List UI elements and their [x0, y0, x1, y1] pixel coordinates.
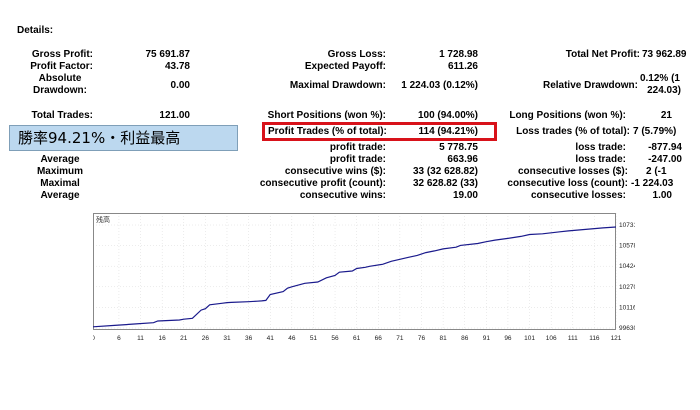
- max-cons-wins-value: 33 (32 628.82): [412, 166, 478, 177]
- average-profit-label: profit trade:: [329, 154, 386, 165]
- x-tick-label: 31: [223, 335, 231, 342]
- maximal-drawdown-value: 1 224.03 (0.12%): [401, 80, 478, 91]
- balance-chart: 0 6 11 16 21 26 31 36 41 46 51 56 61 66 71 76 81 86 91 96 10…: [91, 213, 645, 343]
- largest-profit-label: profit trade:: [329, 142, 386, 153]
- relative-drawdown-label: Relative Drawdown:: [542, 80, 638, 91]
- balance-series: [92, 226, 617, 328]
- x-tick-label: 96: [504, 335, 512, 342]
- x-tick-label: 6: [117, 335, 121, 342]
- expected-payoff-value: 611.26: [447, 61, 478, 72]
- short-positions-value: 100 (94.00%): [417, 110, 478, 121]
- y-tick-label: 996301: [619, 325, 635, 332]
- y-tick-label: 1011679: [619, 304, 635, 311]
- maximal-cons-loss-value: -1 224.03: [631, 178, 674, 189]
- x-tick-label: 101: [524, 335, 535, 342]
- largest-loss-label: loss trade:: [575, 142, 626, 153]
- maximal-cons-profit-label: consecutive profit (count):: [259, 178, 386, 189]
- x-tick-label: 121: [611, 335, 622, 342]
- total-net-profit-value: 73 962.89: [642, 49, 687, 60]
- short-positions-label: Short Positions (won %):: [267, 110, 386, 121]
- x-axis-ticks: 0 6 11 16 21 26 31 36 41 46 51 56 61 66 71 76 81 86 91 96 10…: [91, 335, 622, 342]
- relative-drawdown-value-1: 0.12% (1: [639, 73, 680, 84]
- average-loss-value: -247.00: [648, 154, 682, 165]
- average-label: Average: [40, 154, 80, 165]
- profit-factor-label: Profit Factor:: [30, 61, 93, 72]
- y-tick-label: 1073190: [619, 222, 635, 229]
- max-cons-wins-label: consecutive wins ($):: [284, 166, 386, 177]
- relative-drawdown-value-2: 224.03): [647, 85, 681, 96]
- x-tick-label: 16: [159, 335, 167, 342]
- x-tick-label: 116: [589, 335, 600, 342]
- long-positions-label: Long Positions (won %):: [509, 110, 626, 121]
- chart-grid: [92, 213, 617, 330]
- maximal-label: Maximal: [40, 178, 80, 189]
- maximal-cons-loss-label: consecutive loss (count):: [507, 178, 628, 189]
- chart-frame: [93, 213, 616, 330]
- maximal-cons-profit-value: 32 628.82 (33): [412, 178, 478, 189]
- x-tick-label: 46: [288, 335, 296, 342]
- gross-loss-value: 1 728.98: [439, 49, 478, 60]
- chart-title: 残高: [96, 215, 110, 224]
- x-tick-label: 91: [483, 335, 491, 342]
- x-tick-label: 36: [245, 335, 253, 342]
- absolute-drawdown-label-2: Drawdown:: [33, 85, 87, 96]
- total-net-profit-label: Total Net Profit:: [565, 49, 640, 60]
- loss-trades-label: Loss trades (% of total):: [516, 126, 630, 137]
- expected-payoff-label: Expected Payoff:: [304, 61, 386, 72]
- x-tick-label: 0: [93, 335, 95, 342]
- x-tick-label: 56: [331, 335, 339, 342]
- long-positions-value: 21: [660, 110, 672, 121]
- average-profit-value: 663.96: [447, 154, 478, 165]
- profit-factor-value: 43.78: [164, 61, 190, 72]
- maximal-drawdown-label: Maximal Drawdown:: [289, 80, 386, 91]
- absolute-drawdown-label-1: Absolute: [38, 73, 82, 84]
- largest-profit-value: 5 778.75: [439, 142, 478, 153]
- win-rate-annotation: 勝率94.21%・利益最高: [9, 125, 238, 151]
- gross-profit-value: 75 691.87: [145, 49, 191, 60]
- x-tick-label: 61: [353, 335, 361, 342]
- x-tick-label: 76: [418, 335, 426, 342]
- y-tick-label: 1042435: [619, 263, 635, 270]
- x-tick-label: 81: [439, 335, 447, 342]
- y-axis-ticks: 1073190 1057812 1042435 1027057 1011679 99630…: [619, 222, 645, 332]
- y-tick-label: 1057812: [619, 243, 635, 250]
- x-tick-label: 86: [461, 335, 469, 342]
- x-tick-label: 11: [137, 335, 144, 342]
- loss-trades-value: 7 (5.79%): [633, 126, 677, 137]
- x-tick-label: 26: [202, 335, 210, 342]
- max-cons-losses-value: 2 (-1: [646, 166, 667, 177]
- chart-border: [93, 213, 616, 330]
- x-tick-label: 51: [310, 335, 318, 342]
- x-tick-label: 71: [396, 335, 404, 342]
- max-cons-losses-label: consecutive losses ($):: [517, 166, 628, 177]
- total-trades-value: 121.00: [159, 110, 190, 121]
- gross-profit-label: Gross Profit:: [31, 49, 93, 60]
- avg-cons-losses-value: 1.00: [652, 190, 672, 201]
- avg-cons-wins-label: consecutive wins:: [299, 190, 386, 201]
- balance-chart-svg: 0 6 11 16 21 26 31 36 41 46 51 56 61 66 71 76 81 86 91 96 10…: [91, 213, 645, 342]
- average2-label: Average: [40, 190, 80, 201]
- x-tick-label: 111: [568, 335, 578, 342]
- maximum-label: Maximum: [36, 166, 84, 177]
- profit-trades-highlight: [262, 122, 497, 141]
- balance-line: [92, 226, 617, 328]
- avg-cons-wins-value: 19.00: [452, 190, 478, 201]
- x-tick-label: 21: [180, 335, 188, 342]
- x-tick-label: 106: [546, 335, 557, 342]
- details-title: Details:: [17, 25, 54, 36]
- avg-cons-losses-label: consecutive losses:: [530, 190, 626, 201]
- x-tick-label: 41: [267, 335, 275, 342]
- largest-loss-value: -877.94: [648, 142, 682, 153]
- gross-loss-label: Gross Loss:: [327, 49, 386, 60]
- x-tick-label: 66: [375, 335, 383, 342]
- average-loss-label: loss trade:: [575, 154, 626, 165]
- y-tick-label: 1027057: [619, 284, 635, 291]
- absolute-drawdown-value: 0.00: [170, 80, 190, 91]
- total-trades-label: Total Trades:: [31, 110, 94, 121]
